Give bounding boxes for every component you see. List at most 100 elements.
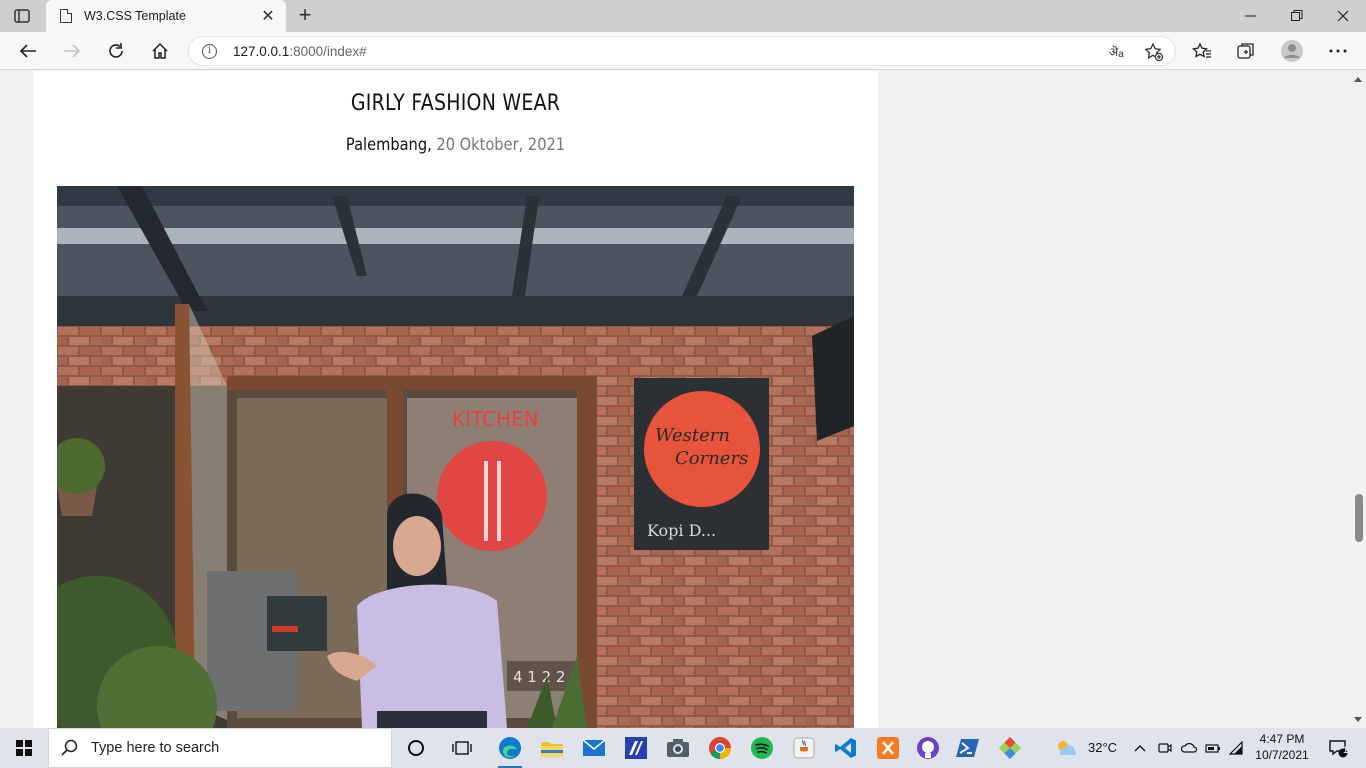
wall-sign-bottom: Kopi D... (647, 521, 716, 540)
taskbar-clock[interactable]: 4:47 PM 10/7/2021 (1244, 731, 1320, 763)
mail-icon (582, 739, 606, 756)
settings-more-button[interactable] (1326, 39, 1350, 63)
search-icon (61, 739, 78, 756)
powershell-icon (956, 739, 979, 757)
scroll-down-icon[interactable] (1354, 717, 1362, 722)
weather-temp[interactable]: 32°C (1088, 740, 1117, 755)
restore-button[interactable] (1274, 0, 1320, 32)
meet-now-tray[interactable] (1154, 728, 1176, 768)
scroll-thumb[interactable] (1355, 494, 1363, 542)
collections-button[interactable] (1234, 39, 1258, 63)
avatar-icon (1281, 40, 1303, 62)
post-meta: Palembang, 20 Oktober, 2021 (92, 135, 819, 155)
window-sign-text: KITCHEN (452, 407, 539, 431)
taskbar-camera[interactable] (658, 728, 698, 768)
site-info-icon[interactable]: i (202, 44, 217, 59)
camera-icon (667, 739, 689, 757)
camera-tray-icon (1158, 743, 1172, 753)
spotify-icon (751, 737, 773, 759)
add-favorite-icon[interactable] (1143, 41, 1165, 63)
url-host: 127.0.0.1 (233, 44, 290, 59)
media-app-icon (625, 737, 647, 759)
battery-tray[interactable] (1202, 728, 1224, 768)
browser-tab[interactable]: W3.CSS Template ✕ (46, 0, 286, 32)
edge-icon (499, 737, 521, 759)
minimize-button[interactable] (1228, 0, 1274, 32)
forward-button[interactable] (60, 39, 84, 63)
taskbar-powershell[interactable] (948, 728, 988, 768)
wall-sign-line2: Corners (675, 448, 748, 469)
translate-glyph-icon: ऄa (1109, 45, 1124, 59)
browser-toolbar: i 127.0.0.1:8000/index# ऄa (0, 32, 1366, 70)
clock-time: 4:47 PM (1259, 732, 1305, 746)
favorites-icon (1192, 42, 1211, 58)
weather-widget[interactable] (1048, 728, 1084, 768)
wall-sign-line1: Western (655, 425, 730, 446)
cortana-button[interactable] (396, 728, 436, 768)
tab-title: W3.CSS Template (84, 9, 186, 23)
show-hidden-icons[interactable] (1128, 728, 1152, 768)
action-center-button[interactable]: 1 (1320, 728, 1356, 768)
tab-close-icon[interactable]: ✕ (256, 6, 280, 26)
counter-number-text: 4 1 2 2 (513, 668, 565, 686)
page-icon (60, 9, 72, 23)
task-view-button[interactable] (442, 728, 482, 768)
taskbar-git[interactable] (990, 728, 1030, 768)
address-bar[interactable]: i 127.0.0.1:8000/index# ऄa (188, 36, 1176, 66)
chrome-icon (709, 737, 731, 759)
star-plus-icon (1144, 42, 1164, 62)
battery-plug-icon (1205, 744, 1220, 753)
forward-arrow-icon (64, 44, 81, 58)
taskbar-chrome[interactable] (700, 728, 740, 768)
new-tab-button[interactable]: + (294, 4, 316, 26)
taskbar-xampp[interactable] (868, 728, 908, 768)
url-text[interactable]: 127.0.0.1:8000/index# (233, 44, 367, 59)
vscode-icon (835, 738, 856, 758)
read-aloud-icon[interactable]: ऄa (1107, 41, 1129, 63)
post-date: 20 Oktober, 2021 (436, 135, 566, 155)
refresh-icon (109, 43, 123, 58)
back-arrow-icon (19, 44, 36, 58)
wifi-icon (1229, 741, 1243, 755)
close-window-button[interactable] (1320, 0, 1366, 32)
notification-count: 1 (1343, 745, 1349, 755)
search-placeholder: Type here to search (91, 740, 220, 756)
svg-text:a: a (1118, 49, 1124, 59)
minimize-icon (1245, 15, 1256, 17)
start-button[interactable] (0, 728, 48, 768)
taskbar-edge[interactable] (490, 728, 530, 768)
restore-icon (1291, 10, 1303, 21)
post-image: KITCHEN Western Corners Kopi D... 4 1 2 … (57, 186, 854, 728)
tab-actions-button[interactable] (12, 7, 32, 25)
more-dots-icon (1329, 49, 1347, 53)
taskbar-media-app[interactable] (616, 728, 656, 768)
tab-strip: W3.CSS Template ✕ + (0, 0, 1366, 32)
taskbar-file-explorer[interactable] (532, 728, 572, 768)
taskbar: Type here to search 32°C 4:47 PM 10/7/20… (0, 728, 1366, 768)
favorites-button[interactable] (1190, 39, 1214, 63)
page-scrollbar[interactable] (1350, 71, 1366, 728)
cortana-circle-icon (408, 740, 424, 756)
taskbar-java[interactable] (784, 728, 824, 768)
taskbar-mail[interactable] (574, 728, 614, 768)
cloud-icon (1181, 743, 1197, 753)
post-title: GIRLY FASHION WEAR (350, 91, 561, 116)
tab-actions-icon (14, 9, 30, 23)
xampp-icon (877, 737, 899, 759)
taskbar-spotify[interactable] (742, 728, 782, 768)
taskbar-vscode[interactable] (826, 728, 866, 768)
refresh-button[interactable] (104, 39, 128, 63)
task-view-icon (452, 741, 472, 755)
git-icon (999, 737, 1021, 759)
home-button[interactable] (148, 39, 172, 63)
taskbar-github[interactable] (908, 728, 948, 768)
scroll-up-icon[interactable] (1354, 77, 1362, 82)
back-button[interactable] (16, 39, 40, 63)
post-location: Palembang, (345, 135, 432, 155)
taskbar-search[interactable]: Type here to search (48, 728, 392, 768)
storefront-photo: KITCHEN Western Corners Kopi D... 4 1 2 … (57, 186, 854, 728)
chevron-up-icon (1134, 745, 1146, 752)
profile-button[interactable] (1280, 39, 1304, 63)
github-icon (917, 737, 939, 759)
onedrive-tray[interactable] (1178, 728, 1200, 768)
